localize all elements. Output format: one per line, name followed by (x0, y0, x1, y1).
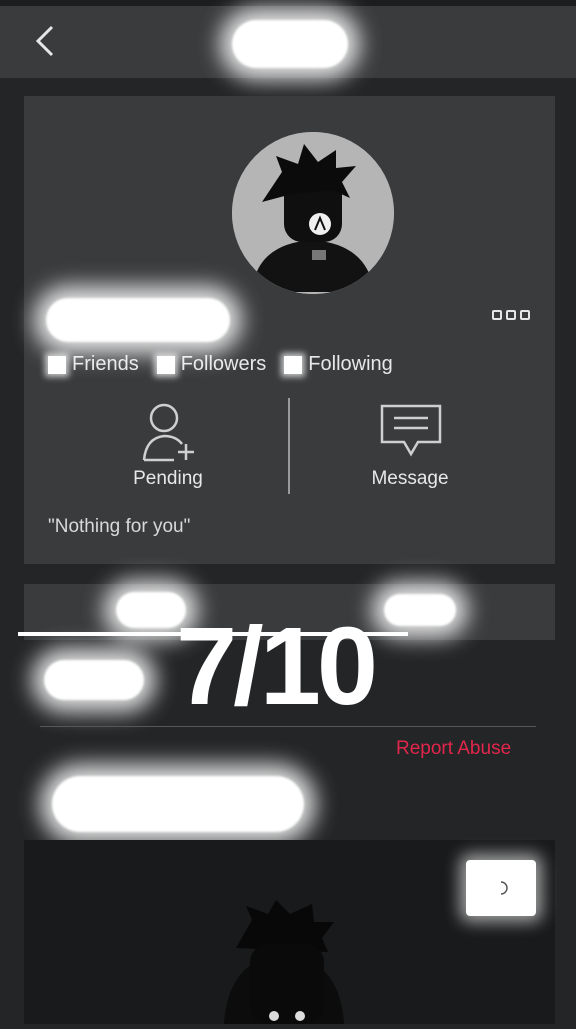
add-friend-button[interactable]: Pending (68, 396, 268, 496)
more-dot (506, 310, 516, 320)
avatar[interactable] (232, 132, 394, 294)
overlay-rating-text: 7/10 (176, 605, 378, 728)
stat-label: Following (308, 353, 393, 375)
more-dot (492, 310, 502, 320)
report-abuse-link[interactable]: Report Abuse (396, 738, 511, 760)
stat-label: Followers (180, 353, 267, 375)
back-button[interactable] (26, 22, 64, 60)
actions-row: Pending Message (24, 396, 555, 496)
redacted-username-title (232, 20, 348, 68)
stat-label: Friends (72, 353, 139, 375)
avatar-image (232, 132, 394, 294)
stats-row: Friends Followers Following (48, 353, 411, 376)
redacted-following-count (284, 355, 303, 374)
redacted-about-text (44, 660, 144, 700)
redacted-display-name (46, 298, 230, 342)
add-friend-label: Pending (133, 468, 203, 489)
back-arrow-icon (35, 25, 54, 57)
loading-icon (500, 881, 508, 895)
profile-blurb: "Nothing for you" (48, 516, 191, 537)
redacted-heading (52, 776, 304, 832)
message-button[interactable]: Message (310, 396, 510, 496)
redacted-friends-count (48, 355, 66, 374)
loading-button[interactable] (466, 860, 536, 916)
message-icon (380, 404, 442, 457)
redacted-followers-count (156, 355, 175, 374)
more-options-icon[interactable] (492, 310, 530, 320)
redacted-section-link (384, 594, 456, 626)
add-friend-icon (142, 403, 194, 462)
message-label: Message (371, 468, 449, 489)
actions-divider (288, 398, 290, 494)
section-divider (40, 726, 536, 727)
more-dot (520, 310, 530, 320)
stat-friends[interactable]: Friends (48, 353, 139, 376)
stat-followers[interactable]: Followers (156, 353, 267, 376)
stat-following[interactable]: Following (284, 353, 393, 376)
